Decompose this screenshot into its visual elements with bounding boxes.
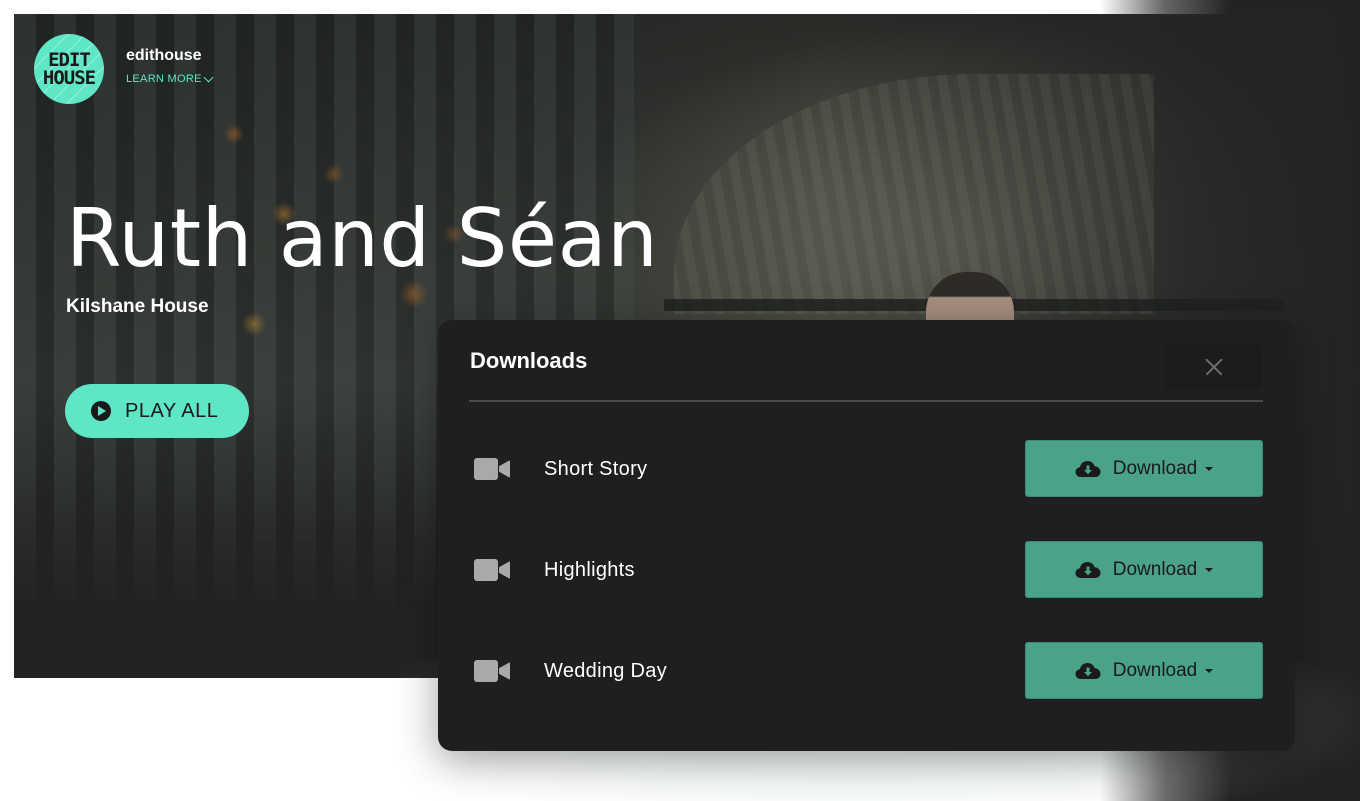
cloud-download-icon: [1075, 460, 1101, 477]
video-camera-icon: [474, 660, 510, 682]
download-item-label: Highlights: [544, 558, 635, 581]
download-item-label: Short Story: [544, 457, 648, 480]
learn-more-label: LEARN MORE: [126, 73, 202, 85]
venue-subtitle: Kilshane House: [66, 296, 209, 317]
brand-text: edithouse LEARN MORE: [126, 47, 214, 85]
play-all-label: PLAY ALL: [125, 399, 219, 422]
logo-text-line2: HOUSE: [42, 67, 96, 89]
hero-background-roof: [674, 74, 1154, 314]
download-item-label: Wedding Day: [544, 659, 667, 682]
chevron-down-icon: [203, 72, 214, 82]
cloud-download-icon: [1075, 561, 1101, 578]
download-item: Short Story Download: [470, 440, 1263, 498]
play-circle-icon: [91, 401, 111, 421]
edithouse-logo[interactable]: EDIT HOUSE: [34, 34, 104, 104]
download-button[interactable]: Download: [1025, 642, 1263, 699]
caret-down-icon: [1205, 466, 1214, 471]
download-button[interactable]: Download: [1025, 440, 1263, 497]
download-button-label: Download: [1112, 659, 1198, 681]
play-all-button[interactable]: PLAY ALL: [65, 384, 249, 438]
caret-down-icon: [1205, 567, 1214, 572]
video-camera-icon: [474, 458, 510, 480]
download-button[interactable]: Download: [1025, 541, 1263, 598]
brand: EDIT HOUSE edithouse LEARN MORE: [34, 34, 214, 104]
page-title: Ruth and Séan: [66, 192, 659, 285]
download-item: Highlights Download: [470, 541, 1263, 599]
modal-divider: [469, 400, 1263, 402]
modal-title: Downloads: [470, 348, 588, 373]
learn-more-link[interactable]: LEARN MORE: [126, 72, 214, 85]
download-button-label: Download: [1112, 457, 1198, 479]
download-button-label: Download: [1112, 558, 1198, 580]
close-button[interactable]: [1164, 344, 1262, 390]
brand-name: edithouse: [126, 47, 202, 64]
cloud-download-icon: [1075, 662, 1101, 679]
download-item: Wedding Day Download: [470, 642, 1263, 700]
caret-down-icon: [1205, 668, 1214, 673]
video-camera-icon: [474, 559, 510, 581]
downloads-modal: Downloads Short Story Download Highlight…: [438, 320, 1295, 751]
